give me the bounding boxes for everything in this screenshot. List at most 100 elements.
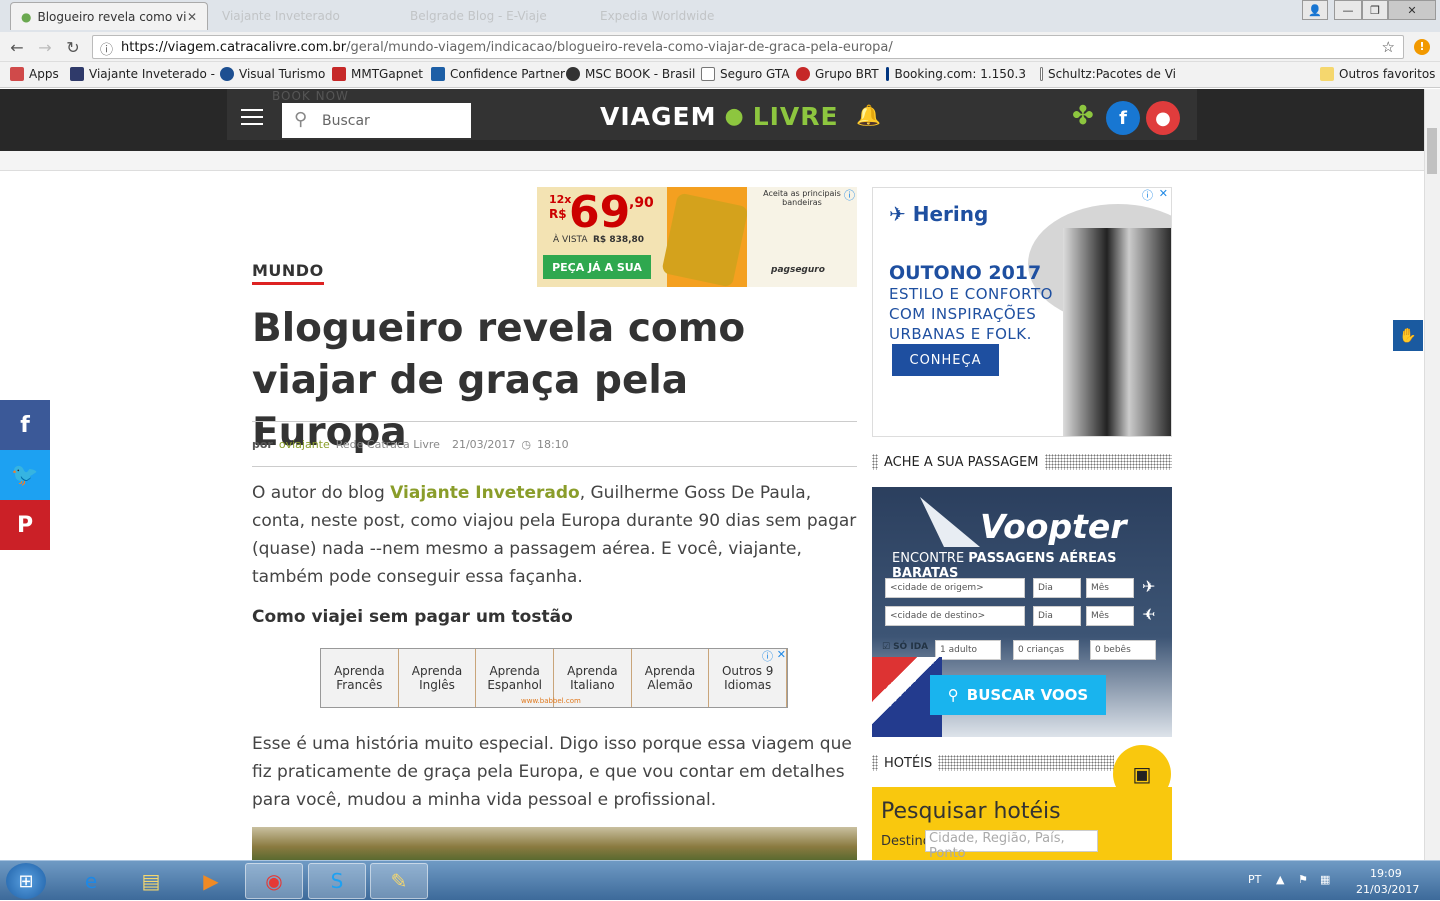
ad-info-icon[interactable]: ⓘ	[762, 648, 773, 664]
back-icon[interactable]: ←	[6, 37, 28, 57]
tray-expand-icon[interactable]: ▲	[1276, 873, 1284, 886]
ad-link[interactable]: Aprenda Alemão	[632, 649, 710, 707]
hotel-destination-input[interactable]: Cidade, Região, País, Ponto	[925, 830, 1098, 860]
file-explorer-icon[interactable]: ▤	[122, 863, 180, 899]
internet-explorer-icon[interactable]: e	[62, 863, 120, 899]
ad-cta-button[interactable]: PEÇA JÁ A SUA	[543, 255, 651, 279]
language-indicator[interactable]: PT	[1248, 873, 1261, 886]
tab-background[interactable]: Viajante Inveterado	[212, 2, 392, 30]
share-twitter-icon[interactable]: 🐦	[0, 450, 50, 500]
ad-cash-label: À VISTA	[553, 235, 588, 245]
minimize-icon[interactable]: —	[1334, 0, 1362, 20]
ad-link[interactable]: Aprenda Inglês	[399, 649, 477, 707]
by-label: por	[252, 438, 273, 451]
hering-ad[interactable]: ✈ Hering OUTONO 2017 ESTILO E CONFORTO C…	[872, 187, 1172, 437]
facebook-icon[interactable]: f	[1106, 101, 1140, 135]
ad-accepted-text: Aceita as principais bandeiras	[763, 189, 841, 207]
author-link[interactable]: oviajante	[279, 438, 330, 451]
bookmark-label: Schultz:Pacotes de Vi	[1047, 67, 1176, 81]
bookmark-item[interactable]: Schultz:Pacotes de Vi	[1040, 67, 1176, 81]
other-bookmarks[interactable]: Outros favoritos	[1320, 67, 1435, 81]
maximize-icon[interactable]: ❐	[1362, 0, 1388, 20]
site-logo[interactable]: VIAGEM ● LIVRE	[600, 101, 838, 131]
children-select[interactable]: 0 crianças	[1013, 640, 1079, 660]
pagseguro-ad[interactable]: 12x R$ 69 ,90 À VISTA R$ 838,80 PEÇA JÁ …	[537, 187, 857, 287]
blog-link[interactable]: Viajante Inveterado	[390, 483, 580, 503]
sign-language-icon[interactable]: ✋	[1393, 320, 1423, 351]
network-icon[interactable]: ▦	[1320, 873, 1330, 886]
start-button-icon[interactable]: ⊞	[6, 863, 46, 899]
ad-link[interactable]: Outros 9 Idiomas	[709, 649, 788, 707]
article-category[interactable]: MUNDO	[252, 261, 324, 285]
page-viewport: BOOK NOW ⚲ Buscar VIAGEM ● LIVRE 🔔 ✤ f ●…	[0, 89, 1424, 860]
bookmark-item[interactable]: Viajante Inveterado -	[70, 67, 215, 81]
divider	[252, 466, 857, 467]
tab-background[interactable]: Belgrade Blog - E-Viaje	[400, 2, 580, 30]
hamburger-menu-icon[interactable]	[241, 109, 263, 125]
article-byline: por oviajante Rede Catraca Livre 21/03/2…	[252, 438, 569, 451]
ad-cta-button[interactable]: CONHEÇA	[892, 344, 999, 376]
logo-text: VIAGEM	[600, 101, 717, 131]
ad-info-icon[interactable]: ⓘ	[1142, 188, 1153, 203]
info-icon[interactable]: ⓘ	[100, 39, 113, 58]
ad-cash-price: R$ 838,80	[593, 235, 645, 245]
return-day-select[interactable]: Dia	[1033, 606, 1081, 626]
one-way-checkbox[interactable]: ☑ SÓ IDA	[882, 642, 928, 652]
depart-month-select[interactable]: Mês	[1086, 578, 1134, 598]
dotted-rule	[872, 755, 878, 771]
bell-icon[interactable]: 🔔	[856, 103, 882, 129]
search-flights-button[interactable]: ⚲ BUSCAR VOOS	[930, 675, 1106, 715]
bookmark-item[interactable]: Seguro GTA	[701, 67, 790, 81]
article-title: Blogueiro revela como viajar de graça pe…	[252, 306, 746, 455]
media-player-icon[interactable]: ▶	[182, 863, 240, 899]
site-favicon-icon	[566, 67, 580, 81]
share-pinterest-icon[interactable]: P	[0, 500, 50, 550]
clock-icon: ◷	[521, 438, 531, 451]
scrollbar-thumb[interactable]	[1427, 128, 1437, 174]
clock-date[interactable]: 21/03/2017	[1356, 883, 1419, 896]
site-search-input[interactable]: ⚲ Buscar	[282, 103, 471, 138]
origin-input[interactable]: <cidade de origem>	[885, 578, 1025, 598]
bookmark-item[interactable]: MSC BOOK - Brasil	[566, 67, 695, 81]
bookmark-item[interactable]: Visual Turismo	[220, 67, 325, 81]
babies-select[interactable]: 0 bebês	[1090, 640, 1156, 660]
babbel-ad[interactable]: Aprenda Francês Aprenda Inglês Aprenda E…	[320, 648, 788, 708]
network-logo-icon[interactable]: ✤	[1072, 101, 1100, 137]
ad-brand: pagseguro	[771, 265, 825, 275]
user-icon[interactable]: 👤	[1302, 0, 1328, 20]
destination-input[interactable]: <cidade de destino>	[885, 606, 1025, 626]
ad-link[interactable]: Aprenda Francês	[321, 649, 399, 707]
paint-icon[interactable]: ✎	[370, 863, 428, 899]
return-month-select[interactable]: Mês	[1086, 606, 1134, 626]
clock-time[interactable]: 19:09	[1370, 867, 1402, 880]
tab-background[interactable]: Expedia Worldwide	[590, 2, 770, 30]
bookmark-item[interactable]: Confidence Partner	[431, 67, 565, 81]
user-profile-icon[interactable]: ●	[1146, 101, 1180, 135]
scrollbar[interactable]	[1424, 89, 1440, 860]
bookmark-apps[interactable]: Apps	[10, 67, 59, 81]
address-bar[interactable]: ⓘ https://viagem.catracalivre.com.br/ger…	[92, 35, 1404, 59]
ad-info-icon[interactable]: ⓘ	[844, 187, 855, 203]
tab-close-icon[interactable]: ✕	[187, 10, 197, 24]
ad-close-icon[interactable]: ✕	[777, 648, 786, 661]
action-center-icon[interactable]: ⚑	[1298, 873, 1308, 886]
bookmark-star-icon[interactable]: ☆	[1382, 38, 1395, 56]
browser-tab-bar: ● Blogueiro revela como vi ✕ Viajante In…	[0, 0, 1440, 32]
depart-day-select[interactable]: Dia	[1033, 578, 1081, 598]
forward-icon[interactable]: →	[34, 37, 56, 57]
ad-close-icon[interactable]: ✕	[1159, 188, 1168, 200]
tab-active[interactable]: ● Blogueiro revela como vi ✕	[10, 2, 208, 30]
skype-icon[interactable]: S	[308, 863, 366, 899]
window-close-icon[interactable]: ✕	[1388, 0, 1436, 20]
share-facebook-icon[interactable]: f	[0, 400, 50, 450]
calendar-icon[interactable]: ▣	[1113, 745, 1171, 803]
bookmark-item[interactable]: Grupo BRT	[796, 67, 879, 81]
publish-date: 21/03/2017	[451, 438, 516, 451]
update-alert-icon[interactable]: !	[1414, 39, 1430, 55]
plane-return-icon: ✈	[1142, 605, 1156, 624]
chrome-icon[interactable]: ◉	[245, 863, 303, 899]
reload-icon[interactable]: ↻	[62, 37, 84, 57]
bookmark-item[interactable]: Booking.com: 1.150.3	[886, 67, 1026, 81]
bookmark-item[interactable]: MMTGapnet	[332, 67, 423, 81]
adults-select[interactable]: 1 adulto	[935, 640, 1001, 660]
